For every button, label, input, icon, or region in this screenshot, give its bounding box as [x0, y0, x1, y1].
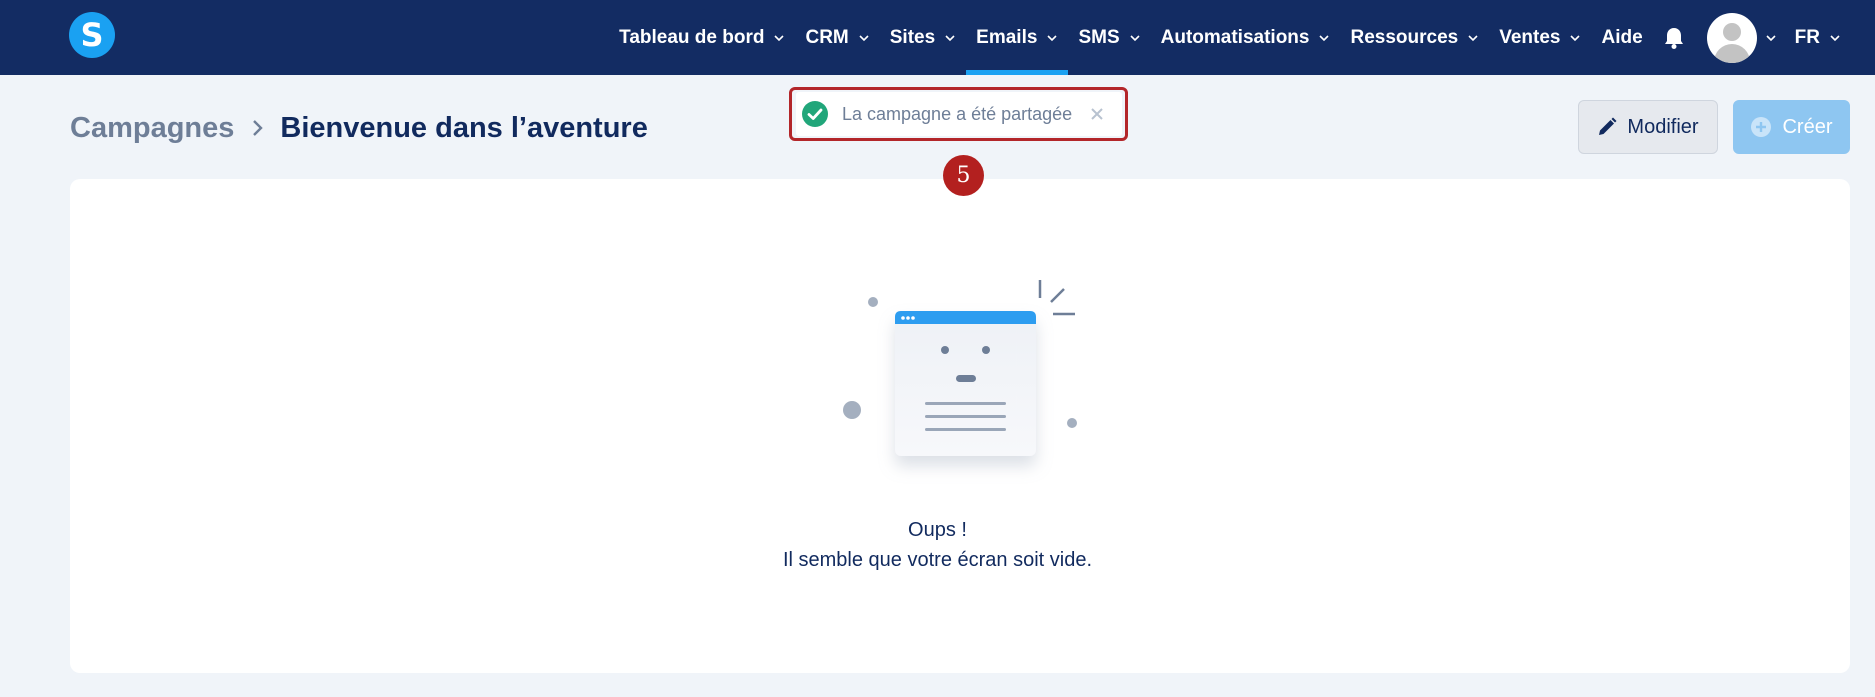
nav-item-label: Emails: [976, 26, 1038, 48]
nav-item-ressources[interactable]: Ressources: [1340, 0, 1489, 75]
nav-item-sms[interactable]: SMS: [1068, 0, 1150, 75]
nav-item-crm[interactable]: CRM: [795, 0, 879, 75]
creer-label: Créer: [1782, 115, 1833, 138]
language-selector[interactable]: FR: [1785, 0, 1851, 75]
empty-state-subtitle: Il semble que votre écran soit vide.: [782, 549, 1093, 571]
chevron-down-icon: [859, 34, 869, 41]
nav-item-label: Sites: [889, 26, 936, 48]
chevron-down-icon: [1570, 34, 1581, 41]
chevron-down-icon: [1468, 34, 1478, 41]
nav-item-label: Ressources: [1350, 26, 1459, 48]
page-title: Bienvenue dans l’aventure: [280, 111, 648, 144]
breadcrumb: Campagnes Bienvenue dans l’aventure: [70, 108, 648, 148]
nav-item-sites[interactable]: Sites: [880, 0, 966, 75]
nav-item-aide[interactable]: Aide: [1591, 0, 1652, 75]
chevron-down-icon: [1766, 34, 1776, 41]
user-menu[interactable]: [1699, 0, 1785, 75]
nav-item-label: Ventes: [1499, 26, 1561, 48]
nav-item-label: Tableau de bord: [619, 26, 765, 48]
chevron-down-icon: [1047, 34, 1058, 41]
close-icon[interactable]: [1090, 107, 1104, 121]
chevron-down-icon: [945, 34, 955, 41]
nav-item-label: Automatisations: [1160, 26, 1310, 48]
modifier-button[interactable]: Modifier: [1578, 100, 1718, 154]
nav-item-label: Aide: [1601, 26, 1643, 48]
empty-state-title: Oups !: [908, 519, 967, 541]
nav-item-label: CRM: [805, 26, 849, 48]
empty-screen-illustration-icon: [843, 280, 1077, 456]
plus-circle-icon: [1751, 117, 1772, 137]
nav-item-ventes[interactable]: Ventes: [1489, 0, 1591, 75]
pencil-icon: [1599, 117, 1617, 135]
language-label: FR: [1794, 26, 1820, 48]
step-badge: 5: [943, 155, 984, 196]
nav-item-label: SMS: [1078, 26, 1120, 48]
chevron-down-icon: [1830, 34, 1840, 41]
avatar[interactable]: [1706, 12, 1757, 63]
chevron-down-icon: [1319, 34, 1330, 41]
chevron-down-icon: [774, 34, 785, 41]
check-circle-icon: [802, 101, 828, 127]
notifications-bell-icon[interactable]: [1659, 0, 1689, 75]
nav-menu: Tableau de bord CRM Sites Emails SMS Aut…: [609, 0, 1851, 75]
chevron-right-icon: [253, 120, 264, 136]
brand-logo[interactable]: S: [69, 12, 115, 58]
toast-message: La campagne a été partagée: [842, 103, 1073, 124]
nav-item-emails[interactable]: Emails: [966, 0, 1069, 75]
nav-item-automatisations[interactable]: Automatisations: [1151, 0, 1341, 75]
success-toast: La campagne a été partagée: [796, 92, 1122, 136]
top-navbar: S Tableau de bord CRM Sites Emails SMS A…: [0, 0, 1875, 75]
chevron-down-icon: [1130, 34, 1140, 41]
nav-item-tableau-de-bord[interactable]: Tableau de bord: [609, 0, 795, 75]
breadcrumb-parent-link[interactable]: Campagnes: [70, 112, 234, 145]
modifier-label: Modifier: [1627, 115, 1699, 138]
creer-button[interactable]: Créer: [1733, 100, 1850, 154]
